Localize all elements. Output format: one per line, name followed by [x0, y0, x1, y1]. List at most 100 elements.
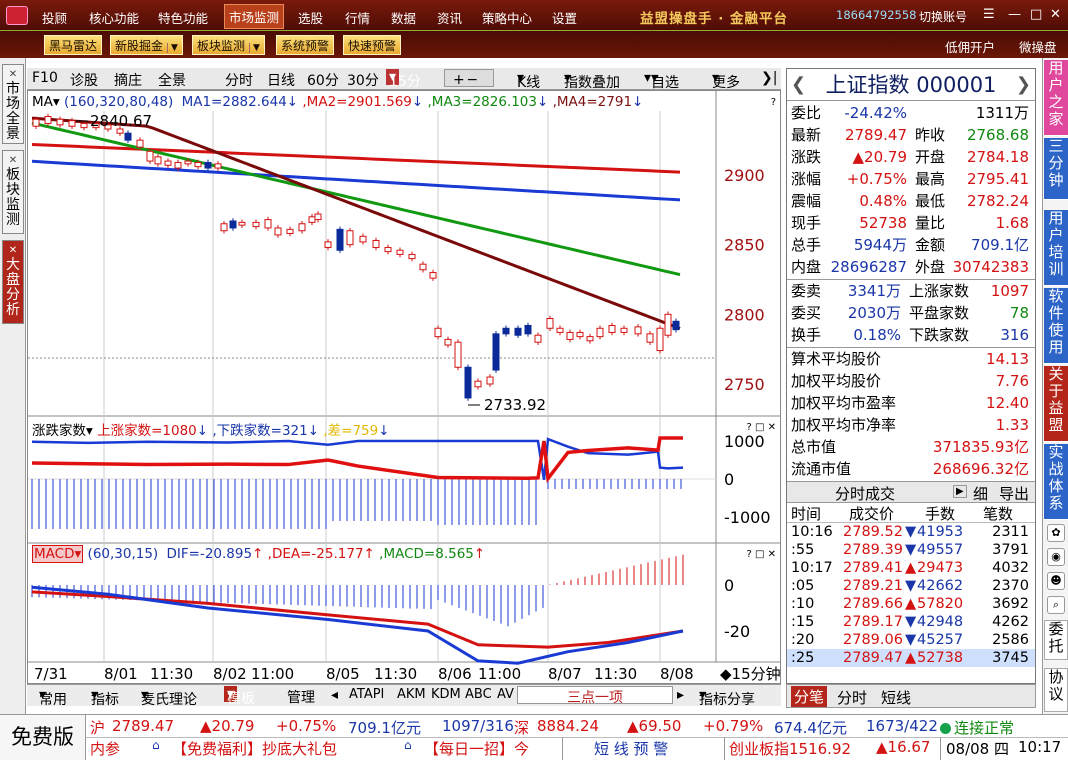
tick-row[interactable]: :25 2789.47 ▲ 52738 3745: [787, 649, 1035, 667]
user-home-link[interactable]: 用户之家: [1044, 60, 1068, 136]
news-gift[interactable]: 【免费福利】抄底大礼包: [172, 738, 337, 759]
menu-item-settings[interactable]: 设置: [552, 8, 577, 27]
more-dropdown[interactable]: 更多 ▾: [712, 70, 740, 91]
agreement-link[interactable]: 协议: [1044, 668, 1068, 712]
play-icon[interactable]: ▶: [953, 485, 967, 498]
menu-item-feature[interactable]: 特色功能: [158, 8, 208, 27]
tab-mai-theory[interactable]: 麦氏理论 ▾: [141, 687, 197, 708]
software-usage-link[interactable]: 软件使用: [1044, 288, 1068, 364]
trading-system-link[interactable]: 实战体系: [1044, 444, 1068, 520]
prev-stock-icon[interactable]: ❮: [791, 69, 806, 101]
tab-intraday[interactable]: 分时: [837, 687, 867, 708]
order-link[interactable]: 委托: [1044, 620, 1068, 660]
chevron-down-icon[interactable]: ▼: [249, 43, 260, 53]
ma-indicator-name[interactable]: MA▾: [32, 94, 60, 110]
tick-row[interactable]: :10 2789.66 ▲ 57820 3692: [787, 595, 1035, 613]
tab-ticks[interactable]: 分笔: [791, 686, 828, 707]
collapse-panel-icon[interactable]: ❯|: [761, 70, 777, 86]
index-overlay-dropdown[interactable]: 指数叠加 ▾: [564, 70, 620, 91]
tab-atapi[interactable]: ATAPI: [349, 687, 384, 702]
minimize-icon[interactable]: —: [1008, 7, 1021, 22]
export-button[interactable]: 导出: [999, 483, 1029, 504]
user-icon[interactable]: ☻: [1047, 572, 1065, 590]
watchlist-dropdown[interactable]: ▾ 自选 ▾: [644, 70, 679, 91]
tick-row[interactable]: :15 2789.17 ▼ 42948 4262: [787, 613, 1035, 631]
tab-av[interactable]: AV: [497, 687, 514, 702]
menu-item-data[interactable]: 数据: [391, 8, 416, 27]
open-account-link[interactable]: 低佣开户: [945, 37, 995, 56]
tab-market-overview[interactable]: ✕ 市场全景: [2, 64, 24, 144]
tab-template[interactable]: 模板 ▾: [224, 686, 255, 707]
macd-name[interactable]: MACD▾: [32, 545, 84, 563]
pane-controls[interactable]: ? □ ✕: [747, 422, 777, 433]
system-alert-button[interactable]: 系统预警: [276, 35, 335, 55]
news-insider[interactable]: 内参: [90, 738, 120, 759]
pane-controls[interactable]: ? □ ✕: [747, 549, 777, 560]
tab-manage[interactable]: 管理: [287, 687, 315, 707]
kline-dropdown[interactable]: K线 ▾: [517, 70, 540, 91]
darkhorse-radar-button[interactable]: 黑马雷达: [44, 35, 103, 55]
chevron-down-icon[interactable]: ▼: [167, 43, 178, 53]
micro-trade-link[interactable]: 微操盘: [1019, 37, 1057, 56]
tick-row[interactable]: :20 2789.06 ▼ 45257 2586: [787, 631, 1035, 649]
f10-button[interactable]: F10: [32, 70, 58, 86]
period-intraday[interactable]: 分时: [225, 70, 253, 90]
menu-icon[interactable]: ☰: [983, 7, 995, 22]
sector-monitor-button[interactable]: 板块监测 ▼: [192, 35, 265, 55]
diagnose-button[interactable]: 诊股: [70, 70, 98, 90]
chart-area[interactable]: 2900 2850 2800 2750 2840.67 2733.92 1000 0 -1000…: [27, 90, 781, 684]
tab-indicator-share[interactable]: 指标分享 ▾: [699, 687, 755, 708]
tab-index-analysis[interactable]: ✕ 大盘分析: [2, 240, 24, 324]
help-icon[interactable]: ?: [771, 97, 776, 108]
ipo-mining-button[interactable]: 新股掘金 ▼: [110, 35, 183, 55]
next-stock-icon[interactable]: ❯: [1016, 69, 1031, 101]
zoom-in-button[interactable]: +: [453, 72, 465, 88]
menu-item-strategy[interactable]: 策略中心: [482, 8, 532, 27]
news-daily-tip[interactable]: 【每日一招】今: [424, 738, 529, 759]
search-icon[interactable]: ⌕: [1047, 596, 1065, 614]
short-alert[interactable]: 短 线 预 警: [594, 738, 668, 759]
close-icon[interactable]: ✕: [1050, 7, 1061, 22]
close-icon[interactable]: ✕: [3, 153, 23, 168]
tab-akm[interactable]: AKM: [397, 687, 426, 702]
menu-item-market-monitor[interactable]: 市场监测: [224, 4, 285, 29]
pick-button[interactable]: 摘庄: [114, 70, 142, 90]
gift-icon[interactable]: ✿: [1047, 524, 1065, 542]
tick-row[interactable]: 10:16 2789.52 ▼ 41953 2311: [787, 523, 1035, 541]
menu-item-stock-pick[interactable]: 选股: [298, 8, 323, 27]
user-training-link[interactable]: 用户培训: [1044, 210, 1068, 286]
scroll-right-icon[interactable]: ▸: [677, 687, 684, 703]
close-icon[interactable]: ✕: [3, 243, 23, 258]
tick-row[interactable]: 10:17 2789.41 ▲ 29473 4032: [787, 559, 1035, 577]
tab-short-line[interactable]: 短线: [881, 687, 911, 708]
period-15min[interactable]: 15分 ▾: [386, 69, 421, 90]
adv-dec-name[interactable]: 涨跌家数▾: [32, 423, 93, 439]
three-minutes-link[interactable]: 三分钟: [1044, 138, 1068, 200]
period-60min[interactable]: 60分: [307, 70, 339, 90]
menu-item-news[interactable]: 资讯: [437, 8, 462, 27]
overview-button[interactable]: 全景: [158, 70, 186, 90]
tab-indicator[interactable]: 指标 ▾: [91, 687, 119, 708]
menu-item-advisor[interactable]: 投顾: [42, 8, 67, 27]
chart-canvas[interactable]: 29002850280027502840.672733.9210000-1000…: [28, 91, 780, 683]
zoom-out-button[interactable]: −: [466, 72, 478, 88]
close-icon[interactable]: ✕: [3, 67, 23, 82]
tab-kdm[interactable]: KDM: [431, 687, 461, 702]
shop-icon[interactable]: ◉: [1047, 548, 1065, 566]
three-point-one-item[interactable]: 三点一项: [517, 686, 673, 706]
quick-alert-button[interactable]: 快速预警: [343, 35, 402, 55]
detail-button[interactable]: 细: [973, 483, 988, 504]
period-daily[interactable]: 日线: [267, 70, 295, 90]
tab-abc[interactable]: ABC: [465, 687, 492, 702]
tab-sector-monitor[interactable]: ✕ 板块监测: [2, 150, 24, 234]
maximize-icon[interactable]: □: [1030, 7, 1042, 22]
scroll-left-icon[interactable]: ◂: [331, 687, 338, 703]
tab-common[interactable]: 常用 ▾: [39, 687, 67, 708]
switch-account-link[interactable]: 切换账号: [919, 8, 967, 25]
about-link[interactable]: 关于益盟: [1044, 366, 1068, 442]
tick-row[interactable]: :05 2789.21 ▼ 42662 2370: [787, 577, 1035, 595]
menu-item-core[interactable]: 核心功能: [89, 8, 139, 27]
menu-item-quotes[interactable]: 行情: [345, 8, 370, 27]
tick-row[interactable]: :55 2789.39 ▼ 49557 3791: [787, 541, 1035, 559]
period-30min[interactable]: 30分: [347, 70, 379, 90]
